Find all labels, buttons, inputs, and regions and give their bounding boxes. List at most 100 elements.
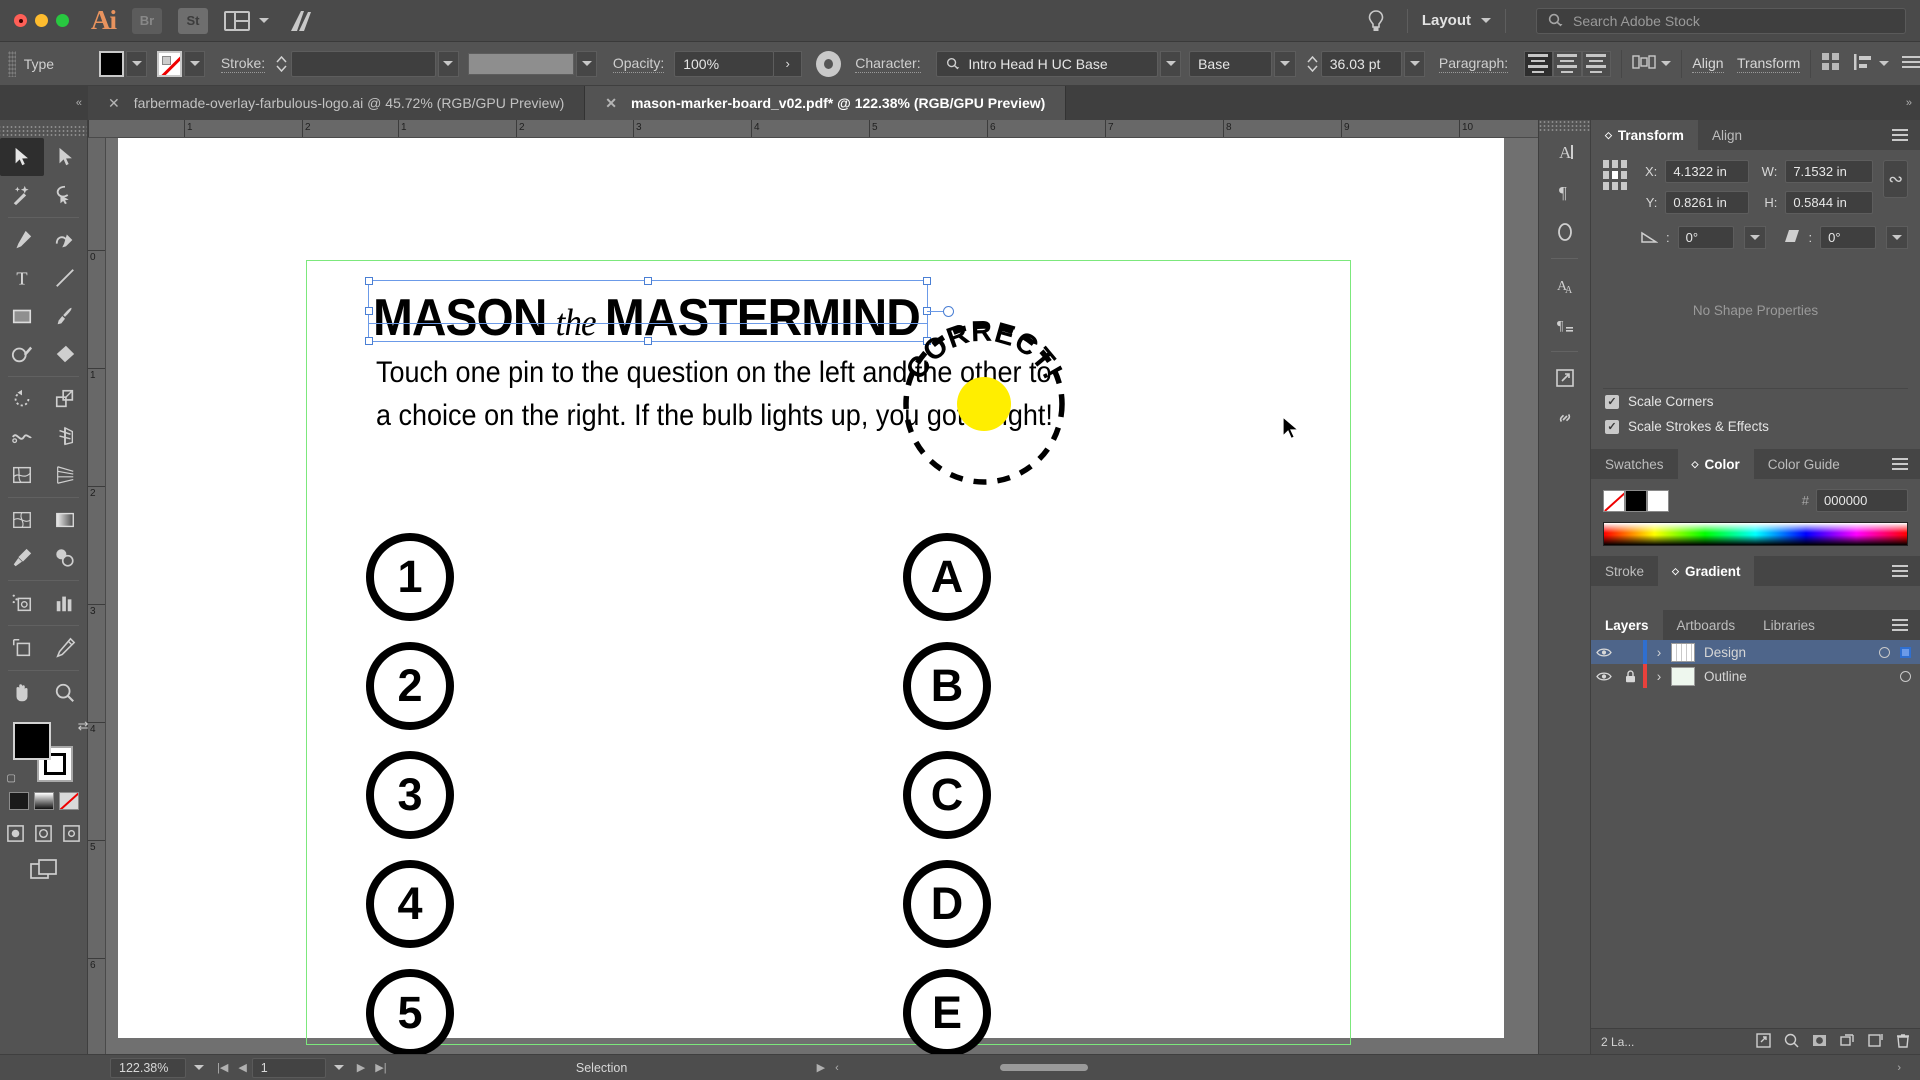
x-input[interactable]: 4.1322 in bbox=[1665, 160, 1749, 183]
make-clipping-mask-icon[interactable] bbox=[1812, 1033, 1827, 1051]
distribute-spacing-icon[interactable] bbox=[1632, 52, 1656, 75]
stock-search-input[interactable]: Search Adobe Stock bbox=[1536, 8, 1906, 34]
document-tab-0[interactable]: ✕ farbermade-overlay-farbulous-logo.ai @… bbox=[88, 86, 585, 120]
chevron-down-icon[interactable] bbox=[1879, 61, 1889, 66]
shaper-tool[interactable] bbox=[0, 335, 44, 373]
maximize-window-button[interactable] bbox=[56, 14, 69, 27]
stroke-weight-dropdown[interactable] bbox=[438, 51, 459, 77]
eye-icon[interactable] bbox=[1591, 671, 1617, 682]
align-left-button[interactable] bbox=[1524, 51, 1553, 77]
character-label[interactable]: Character: bbox=[855, 55, 920, 73]
transform-panel-menu-icon[interactable] bbox=[1880, 120, 1920, 150]
tabbar-expand-icon[interactable]: » bbox=[1906, 86, 1920, 120]
stroke-weight-stepper[interactable] bbox=[275, 56, 288, 72]
swap-fill-stroke-icon[interactable]: ⇄ bbox=[78, 718, 89, 734]
fill-indicator[interactable] bbox=[13, 722, 51, 760]
lock-icon[interactable] bbox=[1617, 670, 1643, 683]
rotate-angle-dropdown[interactable] bbox=[1744, 226, 1766, 249]
resize-handle-bc[interactable] bbox=[644, 337, 652, 345]
next-artboard-button[interactable]: ▶ bbox=[352, 1058, 370, 1078]
question-circle-5[interactable]: 5 bbox=[366, 969, 454, 1054]
workspace-switcher[interactable]: Layout bbox=[1422, 12, 1491, 29]
perspective-grid-tool[interactable] bbox=[44, 456, 88, 494]
align-panel-icon[interactable] bbox=[1853, 52, 1873, 75]
slice-tool[interactable] bbox=[44, 629, 88, 667]
pen-tool[interactable] bbox=[0, 221, 44, 259]
fill-color-swatch[interactable] bbox=[99, 51, 124, 77]
vertical-ruler[interactable]: 0 1 2 3 4 5 6 bbox=[88, 138, 106, 1054]
status-resize-grip[interactable]: ‹ bbox=[830, 1058, 844, 1078]
align-right-button[interactable] bbox=[1582, 51, 1611, 77]
chevron-down-icon[interactable] bbox=[259, 18, 269, 23]
layer-target-icon[interactable] bbox=[1879, 647, 1890, 658]
eye-icon[interactable] bbox=[1591, 647, 1617, 658]
gradient-panel-menu-icon[interactable] bbox=[1880, 556, 1920, 586]
align-center-button[interactable] bbox=[1553, 51, 1582, 77]
recolor-artwork-icon[interactable] bbox=[816, 51, 841, 77]
hand-tool[interactable] bbox=[0, 674, 44, 712]
answer-circle-e[interactable]: E bbox=[903, 969, 991, 1054]
answer-circle-b[interactable]: B bbox=[903, 642, 991, 730]
mesh-tool[interactable] bbox=[0, 501, 44, 539]
color-panel-menu-icon[interactable] bbox=[1880, 449, 1920, 479]
previous-artboard-button[interactable]: ◀ bbox=[233, 1058, 251, 1078]
tab-swatches[interactable]: Swatches bbox=[1591, 449, 1678, 479]
question-circle-2[interactable]: 2 bbox=[366, 642, 454, 730]
bridge-button[interactable]: Br bbox=[132, 8, 162, 34]
answer-circle-c[interactable]: C bbox=[903, 751, 991, 839]
shear-angle-dropdown[interactable] bbox=[1886, 226, 1908, 249]
zoom-level-input[interactable]: 122.38% bbox=[110, 1058, 186, 1078]
stroke-dropdown-button[interactable] bbox=[184, 51, 205, 77]
expand-layer-icon[interactable]: › bbox=[1647, 669, 1671, 684]
scale-strokes-row[interactable]: ✓ Scale Strokes & Effects bbox=[1591, 414, 1920, 439]
lightbulb-icon[interactable] bbox=[1359, 10, 1393, 32]
eyedropper-tool[interactable] bbox=[0, 539, 44, 577]
question-circle-3[interactable]: 3 bbox=[366, 751, 454, 839]
reference-point-selector[interactable] bbox=[1603, 160, 1627, 190]
curvature-tool[interactable] bbox=[44, 221, 88, 259]
draw-normal-icon[interactable] bbox=[6, 824, 25, 843]
expand-layer-icon[interactable]: › bbox=[1647, 645, 1671, 660]
tab-color-guide[interactable]: Color Guide bbox=[1754, 449, 1854, 479]
none-swatch[interactable] bbox=[1603, 490, 1625, 512]
selection-bounding-box[interactable] bbox=[368, 280, 928, 342]
magic-wand-tool[interactable] bbox=[0, 176, 44, 214]
question-circle-4[interactable]: 4 bbox=[366, 860, 454, 948]
document-page[interactable]: MASONtheMASTERMIND Touch one pin to the … bbox=[118, 138, 1504, 1038]
shape-builder-tool[interactable] bbox=[0, 456, 44, 494]
document-tab-1[interactable]: ✕ mason-marker-board_v02.pdf* @ 122.38% … bbox=[585, 86, 1066, 120]
create-layer-icon[interactable] bbox=[1868, 1033, 1883, 1051]
column-graph-tool[interactable] bbox=[44, 584, 88, 622]
layer-target-icon[interactable] bbox=[1900, 671, 1911, 682]
status-menu-button[interactable]: ▶ bbox=[812, 1058, 830, 1078]
h-input[interactable]: 0.5844 in bbox=[1785, 191, 1873, 214]
scale-tool[interactable] bbox=[44, 380, 88, 418]
ellipse-panel-icon[interactable] bbox=[1539, 212, 1590, 252]
dock-grip[interactable] bbox=[1539, 120, 1590, 132]
layers-panel-menu-icon[interactable] bbox=[1880, 610, 1920, 640]
draw-inside-icon[interactable] bbox=[62, 824, 81, 843]
character-panel-icon[interactable]: A bbox=[1539, 132, 1590, 172]
stroke-label[interactable]: Stroke: bbox=[221, 55, 265, 73]
resize-handle-tl[interactable] bbox=[365, 277, 373, 285]
width-tool[interactable] bbox=[0, 418, 44, 456]
close-icon[interactable]: ✕ bbox=[108, 95, 120, 112]
artboard-dropdown-button[interactable] bbox=[326, 1058, 352, 1078]
font-family-input[interactable]: Intro Head H UC Base bbox=[936, 51, 1158, 77]
symbol-sprayer-tool[interactable] bbox=[0, 584, 44, 622]
draw-behind-icon[interactable] bbox=[34, 824, 53, 843]
paragraph-label[interactable]: Paragraph: bbox=[1439, 55, 1508, 73]
paragraph-styles-icon[interactable]: ¶ bbox=[1539, 305, 1590, 345]
tab-artboards[interactable]: Artboards bbox=[1663, 610, 1750, 640]
line-segment-tool[interactable] bbox=[44, 259, 88, 297]
arrange-objects-icon[interactable] bbox=[1821, 52, 1841, 75]
rotate-tool[interactable] bbox=[0, 380, 44, 418]
resize-handle-tr[interactable] bbox=[923, 277, 931, 285]
tab-stroke[interactable]: Stroke bbox=[1591, 556, 1658, 586]
minimize-window-button[interactable] bbox=[35, 14, 48, 27]
align-button[interactable]: Align bbox=[1692, 55, 1723, 73]
black-swatch[interactable] bbox=[1625, 490, 1647, 512]
export-panel-icon[interactable] bbox=[1539, 358, 1590, 398]
resize-handle-bl[interactable] bbox=[365, 337, 373, 345]
tab-libraries[interactable]: Libraries bbox=[1749, 610, 1829, 640]
